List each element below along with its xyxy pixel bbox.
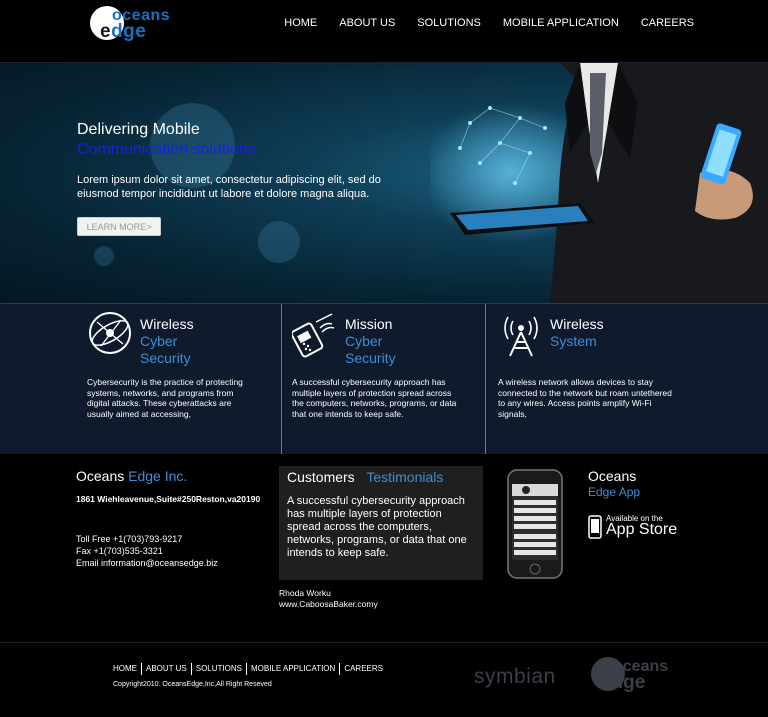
testimonials-box: Customers Testimonials A successful cybe…	[279, 466, 483, 580]
testimonial-text: A successful cybersecurity approach has …	[287, 495, 467, 559]
info-section: Oceans Edge Inc. 1861 Wiehleavenue,Suite…	[0, 454, 768, 642]
footer-nav-home[interactable]: HOME	[113, 663, 141, 675]
main-nav: HOME ABOUT US SOLUTIONS MOBILE APPLICATI…	[284, 17, 694, 29]
businessman-tablet-image	[430, 63, 768, 303]
footer-nav: HOME ABOUT US SOLUTIONS MOBILE APPLICATI…	[113, 663, 387, 675]
company-contact: Toll Free +1(703)793-9217 Fax +1(703)535…	[76, 533, 218, 569]
globe-icon	[89, 312, 131, 354]
symbian-logo: symbian	[474, 665, 556, 688]
author-name: Rhoda Worku	[279, 588, 331, 598]
app-name: Oceans Edge App	[588, 468, 641, 499]
features-section: Wireless Cyber Security Cybersecurity is…	[0, 303, 768, 455]
phone-signal-icon	[292, 313, 335, 358]
phone-icon	[588, 515, 602, 539]
footer-logo: oceans edge	[591, 657, 681, 693]
decor-bubble	[258, 221, 300, 263]
nav-careers[interactable]: CAREERS	[641, 17, 694, 29]
app-store-big-text: App Store	[606, 521, 678, 538]
feature-title: Wireless System	[550, 316, 604, 349]
feature-text: Cybersecurity is the practice of protect…	[87, 377, 243, 419]
hero-title-line2: Communication solutions	[77, 141, 256, 158]
hero-body-text: Lorem ipsum dolor sit amet, consectetur …	[77, 174, 381, 200]
app-store-badge[interactable]: Available on the App Store	[588, 512, 680, 540]
feature-wireless-system: Wireless System A wireless network allow…	[485, 304, 768, 455]
footer-nav-solutions[interactable]: SOLUTIONS	[190, 663, 246, 675]
nav-mobile-application[interactable]: MOBILE APPLICATION	[503, 17, 619, 29]
company-address: 1861 Wiehleavenue,Suite#250Reston,va2019…	[76, 494, 261, 504]
feature-title: Mission Cyber Security	[345, 316, 396, 366]
hero-banner: Delivering Mobile Communication solution…	[0, 63, 768, 303]
iphone-app-image	[507, 469, 563, 579]
email-address[interactable]: Email information@oceansedge.biz	[76, 557, 218, 569]
toll-free-number: Toll Free +1(703)793-9217	[76, 534, 183, 544]
feature-text: A successful cybersecurity approach has …	[292, 377, 457, 419]
footer-nav-careers[interactable]: CAREERS	[339, 663, 387, 675]
logo-text-bottom: edge	[100, 21, 147, 42]
nav-solutions[interactable]: SOLUTIONS	[417, 17, 481, 29]
feature-text: A wireless network allows devices to sta…	[498, 377, 672, 419]
footer-nav-mobile-application[interactable]: MOBILE APPLICATION	[245, 663, 339, 675]
testimonials-heading: Customers Testimonials	[287, 469, 444, 485]
footer-logo-bottom: edge	[601, 672, 646, 693]
author-website[interactable]: www.CaboosaBaker.comy	[279, 599, 378, 610]
hero-title-line1: Delivering Mobile	[77, 121, 200, 138]
company-name: Oceans Edge Inc.	[76, 468, 188, 484]
antenna-icon	[504, 316, 538, 357]
footer-nav-about-us[interactable]: ABOUT US	[141, 663, 191, 675]
site-logo[interactable]: oceans edge	[90, 6, 180, 42]
feature-mission-cyber-security: Mission Cyber Security A successful cybe…	[281, 304, 484, 455]
fax-number: Fax +1(703)535-3321	[76, 546, 163, 556]
feature-title: Wireless Cyber Security	[140, 316, 194, 366]
learn-more-button[interactable]: LEARN MORE>	[77, 217, 161, 236]
nav-home[interactable]: HOME	[284, 17, 317, 29]
testimonial-author: Rhoda Worku www.CaboosaBaker.comy	[279, 588, 378, 610]
nav-about-us[interactable]: ABOUT US	[339, 17, 395, 29]
decor-bubble	[94, 246, 114, 266]
site-footer: HOME ABOUT US SOLUTIONS MOBILE APPLICATI…	[0, 642, 768, 717]
site-header: oceans edge HOME ABOUT US SOLUTIONS MOBI…	[0, 0, 768, 63]
copyright-text: Copyright2010. OceansEdge,Inc,All Right …	[113, 681, 272, 688]
feature-wireless-cyber-security: Wireless Cyber Security Cybersecurity is…	[0, 304, 280, 455]
